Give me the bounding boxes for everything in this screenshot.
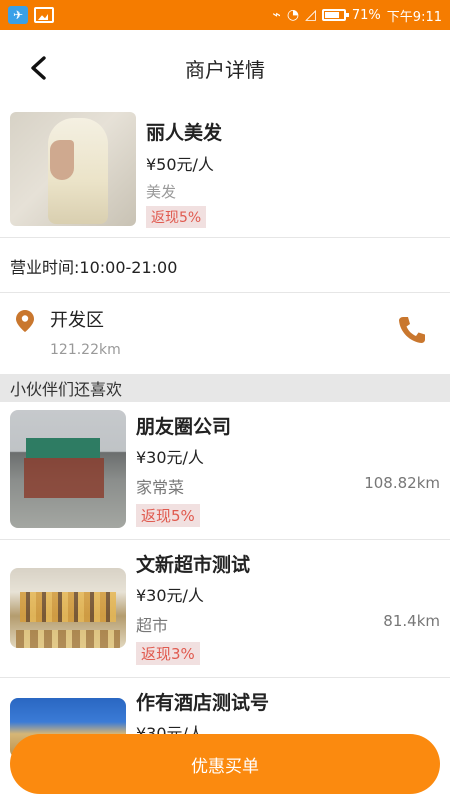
merchant-price: ¥50元/人 (146, 155, 214, 174)
phone-icon[interactable] (396, 314, 428, 346)
status-bar: ✈ ⌁ ◔ ◿ 71% 下午9:11 (0, 0, 450, 30)
battery-percent: 71% (351, 7, 381, 23)
cashback-badge: 返现5% (146, 206, 207, 228)
store-distance: 108.82km (364, 474, 440, 492)
merchant-photo (10, 112, 136, 226)
cashback-badge: 返现3% (136, 642, 200, 665)
image-notification-icon (34, 7, 54, 23)
list-item[interactable]: 朋友圈公司 ¥30元/人 家常菜 108.82km 返现5% (0, 402, 450, 540)
wifi-icon: ◔ (286, 7, 300, 23)
discount-pay-button[interactable]: 优惠买单 (10, 734, 440, 794)
nav-bar: 商户详情 (0, 30, 450, 106)
clock: 下午9:11 (386, 9, 442, 25)
merchant-name: 丽人美发 (146, 122, 223, 144)
store-category: 家常菜 (136, 478, 185, 497)
store-price: ¥30元/人 (136, 586, 204, 605)
list-item[interactable]: 文新超市测试 ¥30元/人 超市 81.4km 返现3% (0, 540, 450, 678)
address-name: 开发区 (50, 310, 104, 331)
recommend-header: 小伙伴们还喜欢 (0, 374, 450, 402)
battery-icon (321, 9, 349, 21)
location-pin-icon (16, 310, 34, 332)
business-hours: 营业时间:10:00-21:00 (10, 258, 178, 277)
store-photo (10, 568, 126, 648)
app-notification-icon: ✈ (8, 6, 28, 24)
address-distance: 121.22km (50, 342, 121, 358)
merchant-category: 美发 (146, 183, 177, 201)
page-title: 商户详情 (185, 57, 265, 82)
cashback-badge: 返现5% (136, 504, 200, 527)
merchant-card: 丽人美发 ¥50元/人 美发 返现5% (0, 106, 450, 236)
store-name: 朋友圈公司 (136, 416, 232, 438)
store-name: 文新超市测试 (136, 554, 251, 576)
divider (0, 237, 450, 238)
divider (0, 292, 450, 293)
back-button[interactable] (22, 52, 54, 84)
store-name: 作有酒店测试号 (136, 692, 270, 714)
store-category: 超市 (136, 616, 169, 635)
chevron-left-icon (31, 56, 46, 80)
store-photo (10, 410, 126, 528)
store-price: ¥30元/人 (136, 448, 204, 467)
address-row[interactable]: 开发区 121.22km (0, 294, 450, 372)
signal-icon: ◿ (305, 7, 316, 23)
store-distance: 81.4km (383, 612, 440, 630)
vibrate-icon: ⌁ (272, 7, 281, 23)
